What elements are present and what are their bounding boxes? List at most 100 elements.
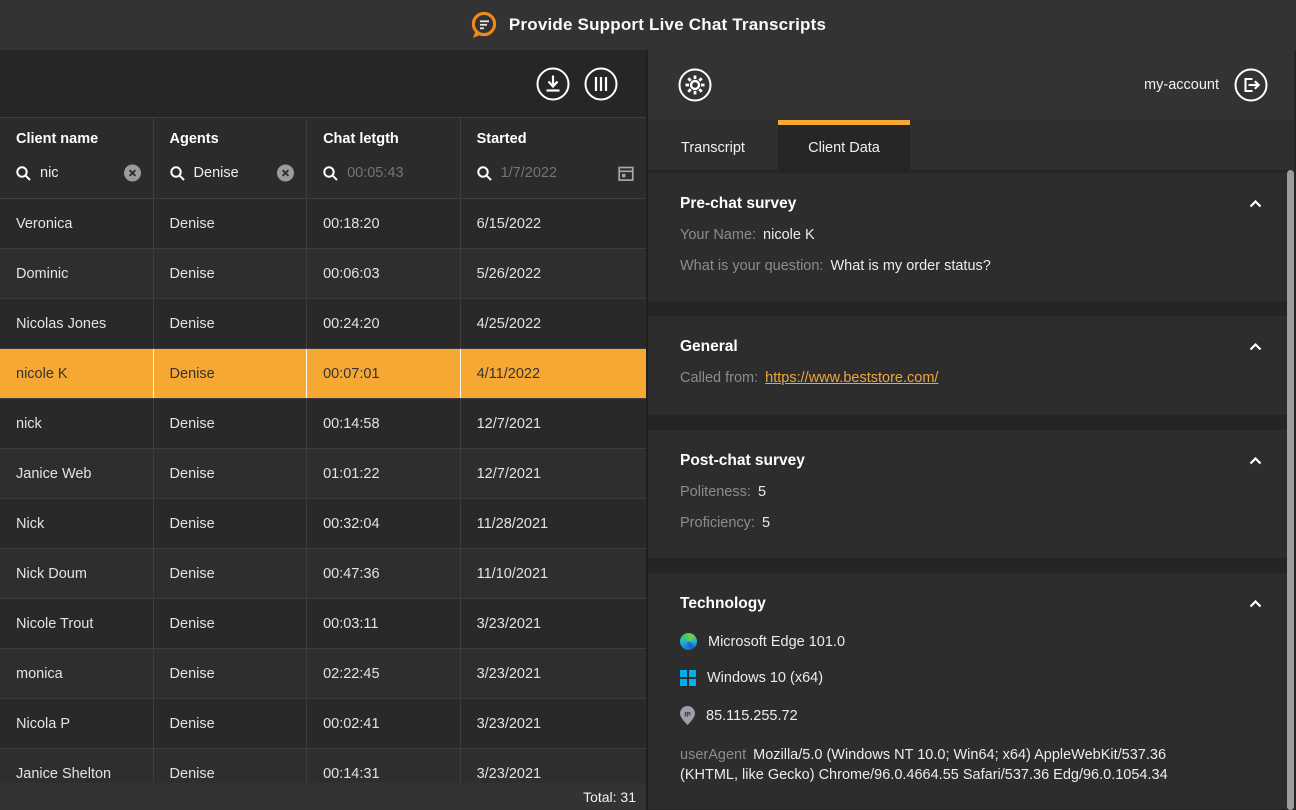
- cell-chat-length: 00:14:58: [307, 399, 461, 448]
- cell-started: 3/23/2021: [461, 649, 646, 698]
- chevron-up-icon[interactable]: [1247, 341, 1264, 353]
- cell-agent: Denise: [154, 699, 308, 748]
- edge-browser-icon: [680, 633, 697, 650]
- section-general: General Called from:https://www.beststor…: [648, 316, 1294, 415]
- field-question: What is your question:What is my order s…: [680, 258, 1264, 275]
- cell-client-name: nick: [0, 399, 154, 448]
- started-filter: [477, 160, 640, 186]
- cell-started: 5/26/2022: [461, 249, 646, 298]
- section-pre-chat-survey: Pre-chat survey Your Name:nicole K What …: [648, 173, 1294, 301]
- cell-agent: Denise: [154, 649, 308, 698]
- chat-bubble-logo-icon: [470, 11, 498, 39]
- cell-client-name: Veronica: [0, 199, 154, 248]
- app-header: Provide Support Live Chat Transcripts: [0, 0, 1296, 50]
- windows-icon: [680, 670, 696, 686]
- download-button[interactable]: [536, 67, 570, 101]
- ip-row: IP 85.115.255.72: [680, 706, 1264, 725]
- cell-client-name: Nicola P: [0, 699, 154, 748]
- table-row[interactable]: Dominic Denise 00:06:03 5/26/2022: [0, 249, 646, 299]
- called-from-link[interactable]: https://www.beststore.com/: [765, 370, 938, 386]
- agents-filter: [170, 160, 301, 186]
- search-icon: [16, 166, 31, 181]
- search-icon: [477, 166, 492, 181]
- chevron-up-icon[interactable]: [1247, 198, 1264, 210]
- client-details-panel: my-account Transcript Client Data Pre-ch…: [648, 50, 1294, 810]
- cell-chat-length: 00:24:20: [307, 299, 461, 348]
- cell-agent: Denise: [154, 199, 308, 248]
- table-row[interactable]: Janice Web Denise 01:01:22 12/7/2021: [0, 449, 646, 499]
- os-row: Windows 10 (x64): [680, 670, 1264, 686]
- table-row[interactable]: Nicolas Jones Denise 00:24:20 4/25/2022: [0, 299, 646, 349]
- cell-agent: Denise: [154, 599, 308, 648]
- table-row[interactable]: monica Denise 02:22:45 3/23/2021: [0, 649, 646, 699]
- chevron-up-icon[interactable]: [1247, 455, 1264, 467]
- table-row[interactable]: Nick Denise 00:32:04 11/28/2021: [0, 499, 646, 549]
- section-title: General: [680, 338, 738, 356]
- cell-chat-length: 00:07:01: [307, 349, 461, 398]
- calendar-icon[interactable]: [618, 165, 634, 182]
- cell-started: 12/7/2021: [461, 399, 646, 448]
- client-name-filter-input[interactable]: [40, 165, 123, 181]
- table-row[interactable]: nicole K Denise 00:07:01 4/11/2022: [0, 349, 646, 399]
- cell-client-name: monica: [0, 649, 154, 698]
- column-started: Started: [461, 118, 646, 198]
- cell-started: 11/10/2021: [461, 549, 646, 598]
- table-row[interactable]: nick Denise 00:14:58 12/7/2021: [0, 399, 646, 449]
- cell-client-name: Dominic: [0, 249, 154, 298]
- search-icon: [323, 166, 338, 181]
- details-tabbar: Transcript Client Data: [648, 120, 1294, 170]
- section-technology: Technology Microsoft Edge 101.0 Windows …: [648, 573, 1294, 809]
- column-chat-length: Chat letgth: [307, 118, 461, 198]
- cell-agent: Denise: [154, 449, 308, 498]
- columns-button[interactable]: [584, 67, 618, 101]
- cell-started: 3/23/2021: [461, 599, 646, 648]
- cell-started: 4/11/2022: [461, 349, 646, 398]
- cell-started: 6/15/2022: [461, 199, 646, 248]
- search-icon: [170, 166, 185, 181]
- table-body: Veronica Denise 00:18:20 6/15/2022 Domin…: [0, 199, 646, 810]
- cell-agent: Denise: [154, 299, 308, 348]
- section-title: Technology: [680, 595, 766, 613]
- field-called-from: Called from:https://www.beststore.com/: [680, 370, 1264, 387]
- scrollbar-track: [1287, 170, 1294, 810]
- field-politeness: Politeness:5: [680, 484, 1264, 501]
- chat-length-filter: [323, 160, 454, 186]
- ip-pin-icon: IP: [680, 706, 695, 725]
- column-agents: Agents: [154, 118, 308, 198]
- scrollbar-thumb[interactable]: [1287, 170, 1294, 810]
- agents-filter-input[interactable]: [194, 165, 277, 181]
- cell-client-name: Nicole Trout: [0, 599, 154, 648]
- user-agent-row: userAgentMozilla/5.0 (Windows NT 10.0; W…: [680, 746, 1225, 785]
- cell-agent: Denise: [154, 549, 308, 598]
- cell-client-name: nicole K: [0, 349, 154, 398]
- client-data-content: Pre-chat survey Your Name:nicole K What …: [648, 170, 1294, 810]
- clear-filter-icon[interactable]: [124, 165, 141, 182]
- cell-chat-length: 00:06:03: [307, 249, 461, 298]
- logout-button[interactable]: [1234, 68, 1268, 102]
- tab-client-data[interactable]: Client Data: [778, 120, 910, 170]
- table-row[interactable]: Nicole Trout Denise 00:03:11 3/23/2021: [0, 599, 646, 649]
- table-header-row: Client name Agents: [0, 117, 646, 199]
- cell-agent: Denise: [154, 499, 308, 548]
- svg-text:IP: IP: [684, 711, 691, 718]
- page-title: Provide Support Live Chat Transcripts: [509, 15, 826, 35]
- chevron-up-icon[interactable]: [1247, 598, 1264, 610]
- table-row[interactable]: Nicola P Denise 00:02:41 3/23/2021: [0, 699, 646, 749]
- cell-client-name: Nick: [0, 499, 154, 548]
- tab-transcript[interactable]: Transcript: [648, 120, 778, 170]
- chat-length-filter-input[interactable]: [347, 165, 430, 181]
- table-row[interactable]: Veronica Denise 00:18:20 6/15/2022: [0, 199, 646, 249]
- cell-chat-length: 00:18:20: [307, 199, 461, 248]
- settings-button[interactable]: [678, 68, 712, 102]
- cell-started: 3/23/2021: [461, 699, 646, 748]
- account-name: my-account: [1144, 77, 1219, 93]
- browser-row: Microsoft Edge 101.0: [680, 633, 1264, 650]
- section-title: Pre-chat survey: [680, 195, 796, 213]
- started-filter-input[interactable]: [501, 165, 616, 181]
- field-your-name: Your Name:nicole K: [680, 227, 1264, 244]
- table-toolbar: [0, 50, 646, 117]
- section-post-chat-survey: Post-chat survey Politeness:5 Proficienc…: [648, 430, 1294, 558]
- table-row[interactable]: Nick Doum Denise 00:47:36 11/10/2021: [0, 549, 646, 599]
- cell-agent: Denise: [154, 349, 308, 398]
- clear-filter-icon[interactable]: [277, 165, 294, 182]
